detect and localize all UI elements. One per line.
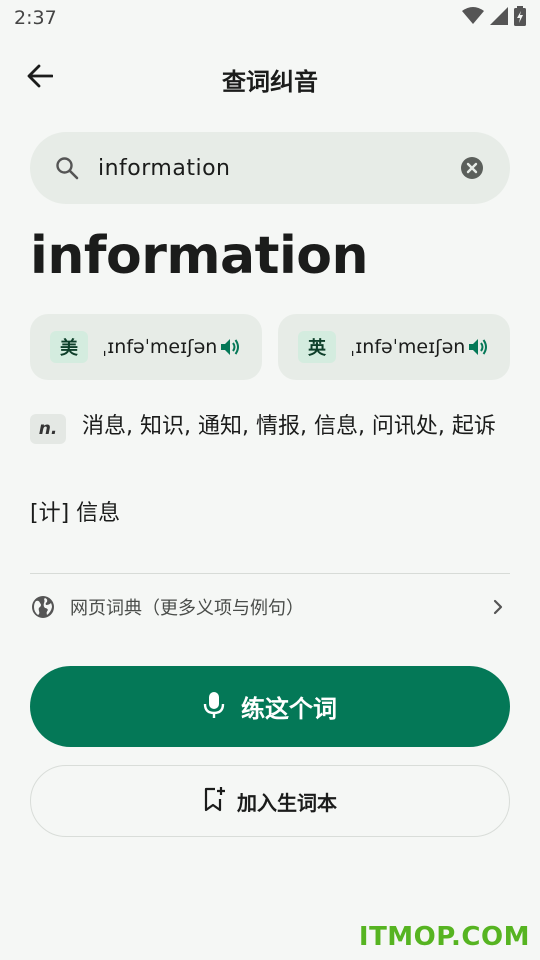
status-icons	[462, 6, 526, 30]
pronunciation-ipa: ˌɪnfəˈmeɪʃən	[102, 336, 218, 358]
search-input[interactable]	[98, 155, 454, 181]
practice-word-button[interactable]: 练这个词	[30, 666, 510, 747]
chevron-right-icon	[486, 595, 510, 619]
pronunciation-ipa: ˌɪnfəˈmeɪʃən	[350, 336, 466, 358]
divider	[30, 573, 510, 574]
pronunciation-region-badge: 美	[50, 331, 88, 363]
part-of-speech-badge: n.	[30, 414, 66, 444]
add-to-vocabulary-label: 加入生词本	[237, 790, 337, 815]
definition-row: n. 消息, 知识, 通知, 情报, 信息, 问讯处, 起诉	[30, 410, 500, 444]
headword: information	[30, 226, 369, 286]
web-dictionary-link[interactable]: 网页词典（更多义项与例句）	[30, 588, 510, 626]
pronunciation-region-badge: 英	[298, 331, 336, 363]
practice-word-label: 练这个词	[241, 695, 337, 723]
search-icon	[52, 153, 82, 183]
clear-icon[interactable]	[454, 150, 490, 186]
search-box[interactable]	[30, 132, 510, 204]
pronunciation-uk-card[interactable]: 英 ˌɪnfəˈmeɪʃən	[278, 314, 510, 380]
battery-icon	[514, 6, 526, 30]
mic-icon	[203, 691, 225, 723]
app-bar: 查词纠音	[0, 50, 540, 106]
wifi-icon	[462, 7, 484, 29]
page-title: 查词纠音	[222, 68, 318, 96]
speaker-icon[interactable]	[467, 336, 489, 358]
add-to-vocabulary-button[interactable]: 加入生词本	[30, 765, 510, 837]
status-time: 2:37	[14, 7, 57, 29]
pronunciation-us-card[interactable]: 美 ˌɪnfəˈmeɪʃən	[30, 314, 262, 380]
definition-text: 消息, 知识, 通知, 情报, 信息, 问讯处, 起诉	[82, 414, 496, 439]
watermark: ITMOP.COM	[358, 922, 530, 952]
signal-icon	[490, 7, 508, 29]
technical-definition: [计] 信息	[30, 501, 121, 526]
web-dictionary-label: 网页词典（更多义项与例句）	[70, 598, 304, 619]
status-bar: 2:37	[0, 0, 540, 36]
speaker-icon[interactable]	[219, 336, 241, 358]
bookmark-add-icon	[203, 786, 225, 816]
globe-icon	[30, 594, 56, 620]
